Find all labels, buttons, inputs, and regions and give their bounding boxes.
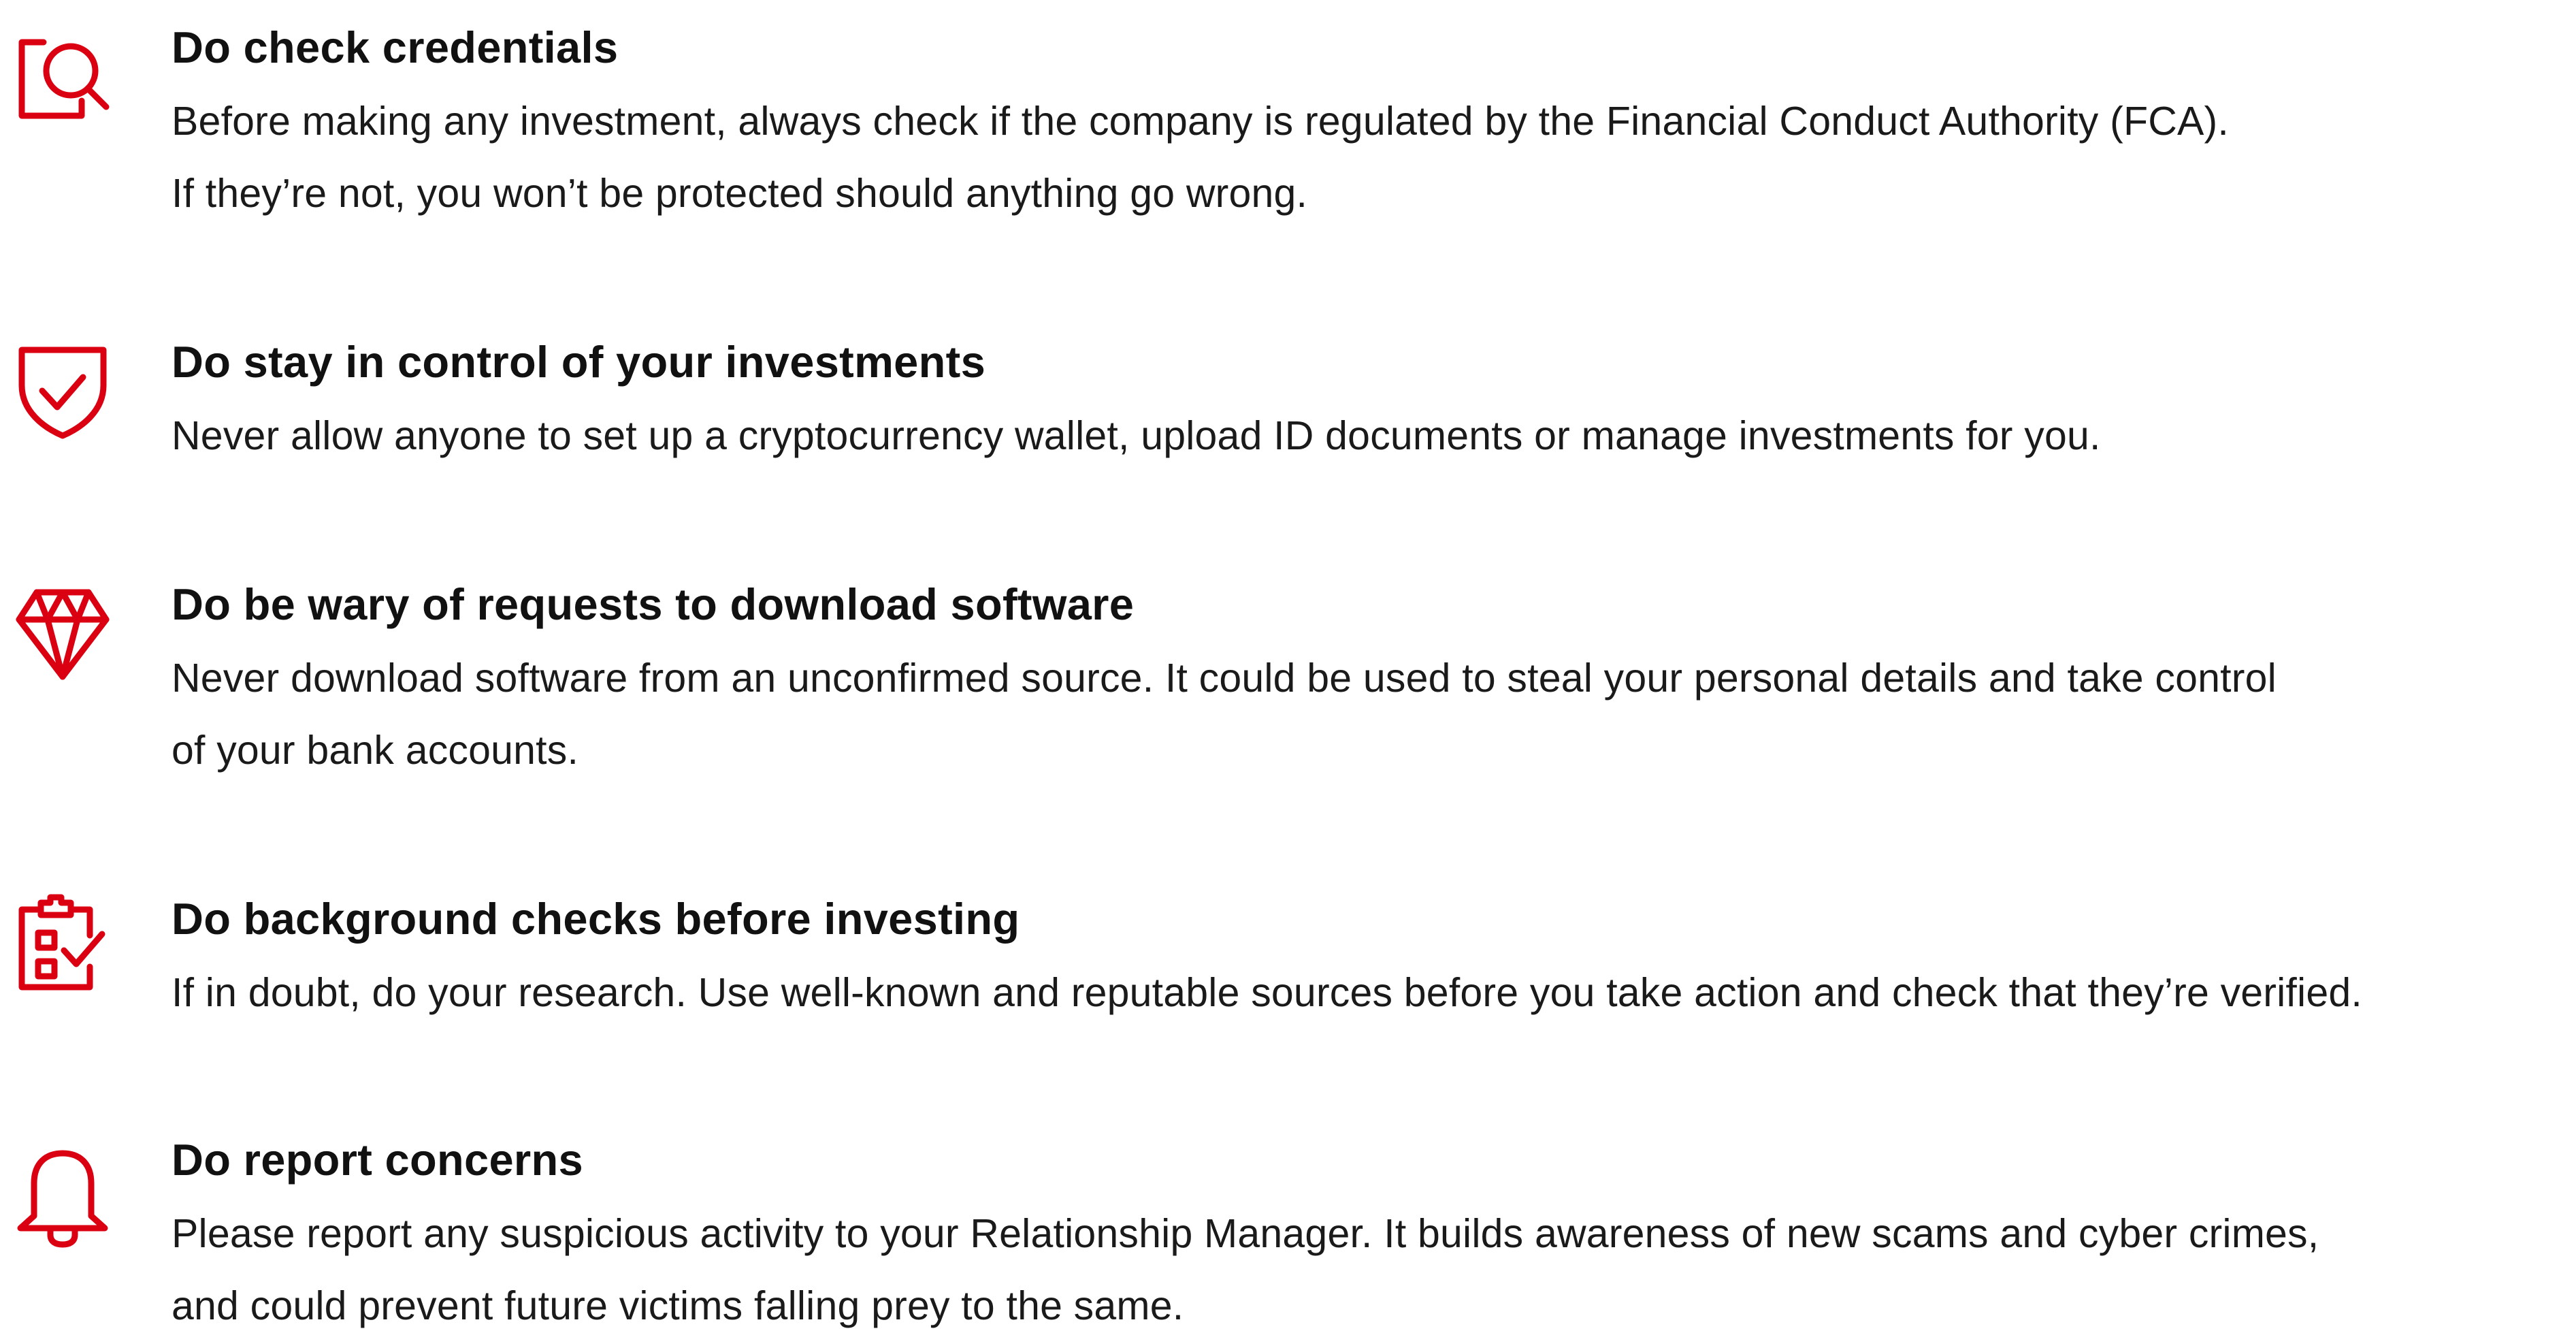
tip-text-line: Never download software from an unconfir… — [172, 656, 2277, 701]
tip-text-line: Never allow anyone to set up a cryptocur… — [172, 413, 2101, 458]
tip-heading: Do background checks before investing — [172, 894, 1020, 944]
tip-heading: Do be wary of requests to download softw… — [172, 579, 1135, 629]
tip-text-line: If they’re not, you won’t be protected s… — [172, 171, 1308, 216]
tip-text-line: If in doubt, do your research. Use well-… — [172, 970, 2362, 1015]
clipboard-checklist-icon — [15, 894, 110, 991]
tip-text-line: of your bank accounts. — [172, 728, 579, 773]
diamond-icon — [15, 587, 110, 682]
tip-text-line: Before making any investment, always che… — [172, 99, 2229, 144]
search-document-icon — [15, 35, 110, 131]
tip-text-line: and could prevent future victims falling… — [172, 1283, 1184, 1328]
tip-text-line: Please report any suspicious activity to… — [172, 1211, 2319, 1256]
tip-heading: Do check credentials — [172, 22, 619, 72]
tip-heading: Do report concerns — [172, 1135, 583, 1185]
bell-icon — [15, 1148, 110, 1248]
tip-heading: Do stay in control of your investments — [172, 337, 986, 387]
shield-check-icon — [15, 343, 110, 439]
